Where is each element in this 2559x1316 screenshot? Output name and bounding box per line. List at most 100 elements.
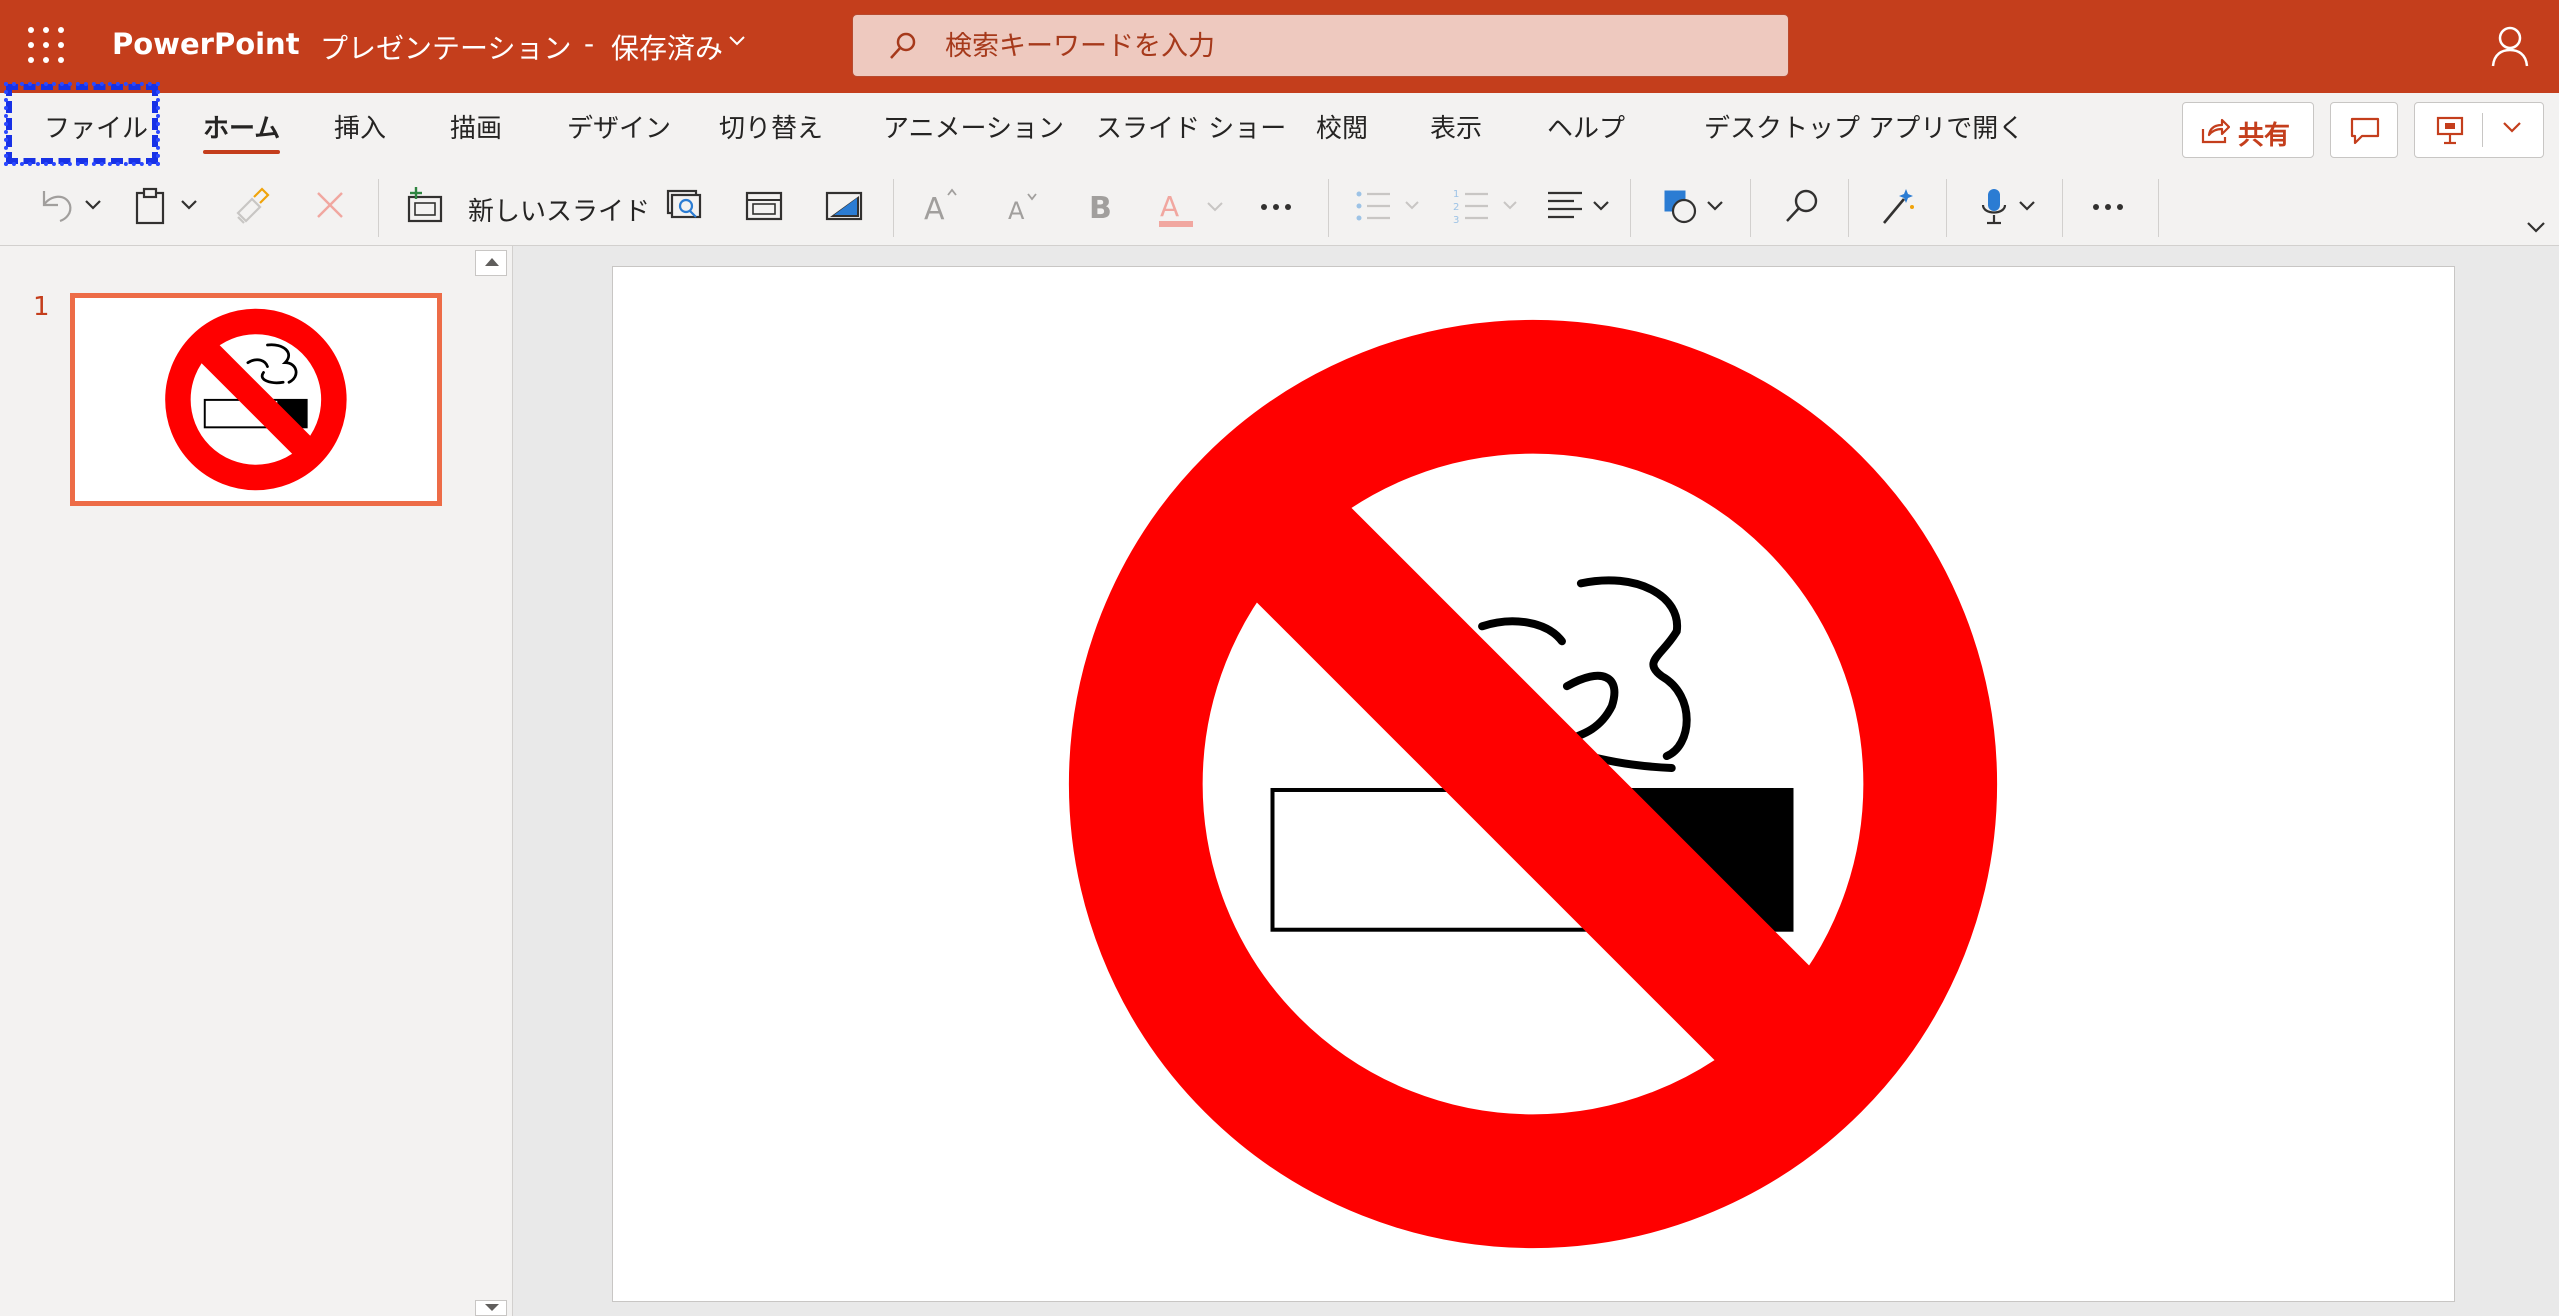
more-icon: [2093, 204, 2123, 210]
app-launcher-icon[interactable]: [28, 27, 66, 65]
tab-review[interactable]: 校閲: [1316, 108, 1368, 145]
share-label: 共有: [2238, 121, 2291, 151]
reuse-slides-button[interactable]: [664, 185, 704, 229]
title-bar: PowerPoint プレゼンテーション - 保存済み: [0, 0, 2559, 93]
bold-button[interactable]: B: [1084, 185, 1120, 229]
toolbar-separator: [1328, 179, 1329, 237]
increase-font-icon: A: [924, 188, 957, 227]
decrease-font-size-button[interactable]: A: [1002, 185, 1042, 229]
slide-canvas[interactable]: [612, 266, 2455, 1302]
comment-icon: [2350, 117, 2380, 145]
svg-text:2: 2: [1453, 202, 1459, 213]
search-input[interactable]: [943, 23, 1747, 69]
svg-text:3: 3: [1453, 215, 1459, 226]
layout-icon: [745, 191, 783, 221]
paste-icon: [135, 187, 197, 225]
font-color-button[interactable]: A: [1156, 185, 1236, 229]
toolbar-separator: [378, 179, 379, 237]
tab-transitions[interactable]: 切り替え: [719, 108, 823, 145]
more-options-button[interactable]: [2088, 185, 2132, 229]
svg-text:1: 1: [1453, 189, 1459, 200]
more-icon: [1261, 204, 1291, 210]
toolbar-separator: [2062, 179, 2063, 237]
svg-text:B: B: [1089, 191, 1112, 226]
align-button[interactable]: [1546, 185, 1618, 229]
tab-file-label: ファイル: [44, 114, 149, 144]
chevron-down-icon[interactable]: [2525, 219, 2547, 235]
save-status[interactable]: 保存済み: [611, 27, 723, 67]
user-icon[interactable]: [2490, 24, 2530, 68]
more-font-options-button[interactable]: [1256, 185, 1300, 229]
undo-icon: [42, 191, 101, 223]
undo-button[interactable]: [36, 185, 108, 229]
tab-home[interactable]: ホーム: [203, 108, 281, 154]
slide-thumbnail[interactable]: [70, 293, 442, 506]
bold-icon: B: [1089, 191, 1112, 226]
toolbar-separator: [2158, 179, 2159, 237]
toolbar-separator: [1946, 179, 1947, 237]
scroll-up-button[interactable]: [475, 250, 507, 276]
slide-thumbnail-pane: 1: [0, 246, 513, 1316]
shapes-icon: [1664, 190, 1723, 224]
app-name[interactable]: PowerPoint: [112, 27, 300, 61]
designer-button[interactable]: [1878, 185, 1918, 229]
bullets-icon: [1356, 191, 1419, 221]
find-icon: [1786, 189, 1818, 222]
toolbar-separator: [1630, 179, 1631, 237]
chevron-down-icon[interactable]: [2502, 119, 2522, 135]
decrease-font-icon: A: [1008, 193, 1037, 225]
bullets-button[interactable]: [1354, 185, 1426, 229]
shapes-button[interactable]: [1662, 185, 1734, 229]
present-icon: [2436, 116, 2464, 145]
clear-formatting-button[interactable]: [312, 185, 348, 229]
tab-file[interactable]: ファイル: [4, 82, 160, 166]
document-title[interactable]: プレゼンテーション: [320, 27, 571, 67]
background-icon: [825, 191, 863, 221]
dictate-icon: [1981, 189, 2035, 225]
find-button[interactable]: [1782, 185, 1822, 229]
numbering-icon: 1 2 3: [1453, 189, 1517, 226]
numbering-button[interactable]: 1 2 3: [1452, 185, 1524, 229]
format-background-button[interactable]: [824, 185, 864, 229]
clear-icon: [317, 192, 343, 218]
button-divider: [2482, 113, 2483, 147]
increase-font-size-button[interactable]: A: [920, 185, 960, 229]
designer-icon: [1883, 189, 1914, 224]
tab-help[interactable]: ヘルプ: [1547, 108, 1625, 145]
no-smoking-thumbnail-icon: [165, 308, 347, 491]
toolbar-separator: [893, 179, 894, 237]
layout-button[interactable]: [744, 185, 784, 229]
format-painter-icon: [236, 187, 270, 224]
ribbon-tabs: ホーム 挿入 描画 デザイン 切り替え アニメーション スライド ショー 校閲 …: [0, 93, 2559, 171]
tab-slideshow[interactable]: スライド ショー: [1096, 108, 1286, 145]
tab-animations[interactable]: アニメーション: [883, 108, 1064, 145]
new-slide-button[interactable]: [406, 185, 446, 229]
slide-editor-area: [513, 246, 2559, 1316]
chevron-down-icon[interactable]: [728, 34, 746, 48]
document-title-separator: -: [584, 27, 595, 60]
tab-draw[interactable]: 描画: [450, 108, 502, 145]
scroll-down-button[interactable]: [475, 1300, 507, 1316]
font-color-icon: A: [1159, 190, 1223, 227]
tab-design[interactable]: デザイン: [567, 108, 671, 145]
toolbar-separator: [1750, 179, 1751, 237]
svg-text:A: A: [924, 192, 945, 227]
search-icon: [890, 32, 916, 59]
open-in-desktop-app[interactable]: デスクトップ アプリで開く: [1704, 108, 2024, 145]
dictate-button[interactable]: [1976, 185, 2048, 229]
tab-insert[interactable]: 挿入: [334, 108, 386, 145]
new-slide-icon: [407, 187, 443, 223]
svg-text:A: A: [1160, 190, 1179, 223]
present-button[interactable]: [2414, 102, 2544, 158]
ribbon-toolbar: 新しいスライド A A B A 1 2 3: [0, 171, 2559, 246]
no-smoking-icon[interactable]: [613, 267, 2454, 1301]
align-icon: [1548, 191, 1609, 219]
search-box[interactable]: [852, 14, 1789, 77]
reuse-slides-icon: [666, 189, 702, 219]
format-painter-button[interactable]: [232, 185, 272, 229]
new-slide-label[interactable]: 新しいスライド: [468, 191, 650, 228]
share-button[interactable]: 共有: [2182, 102, 2314, 158]
tab-view[interactable]: 表示: [1430, 108, 1482, 145]
paste-button[interactable]: [134, 185, 206, 229]
comments-button[interactable]: [2330, 102, 2398, 158]
